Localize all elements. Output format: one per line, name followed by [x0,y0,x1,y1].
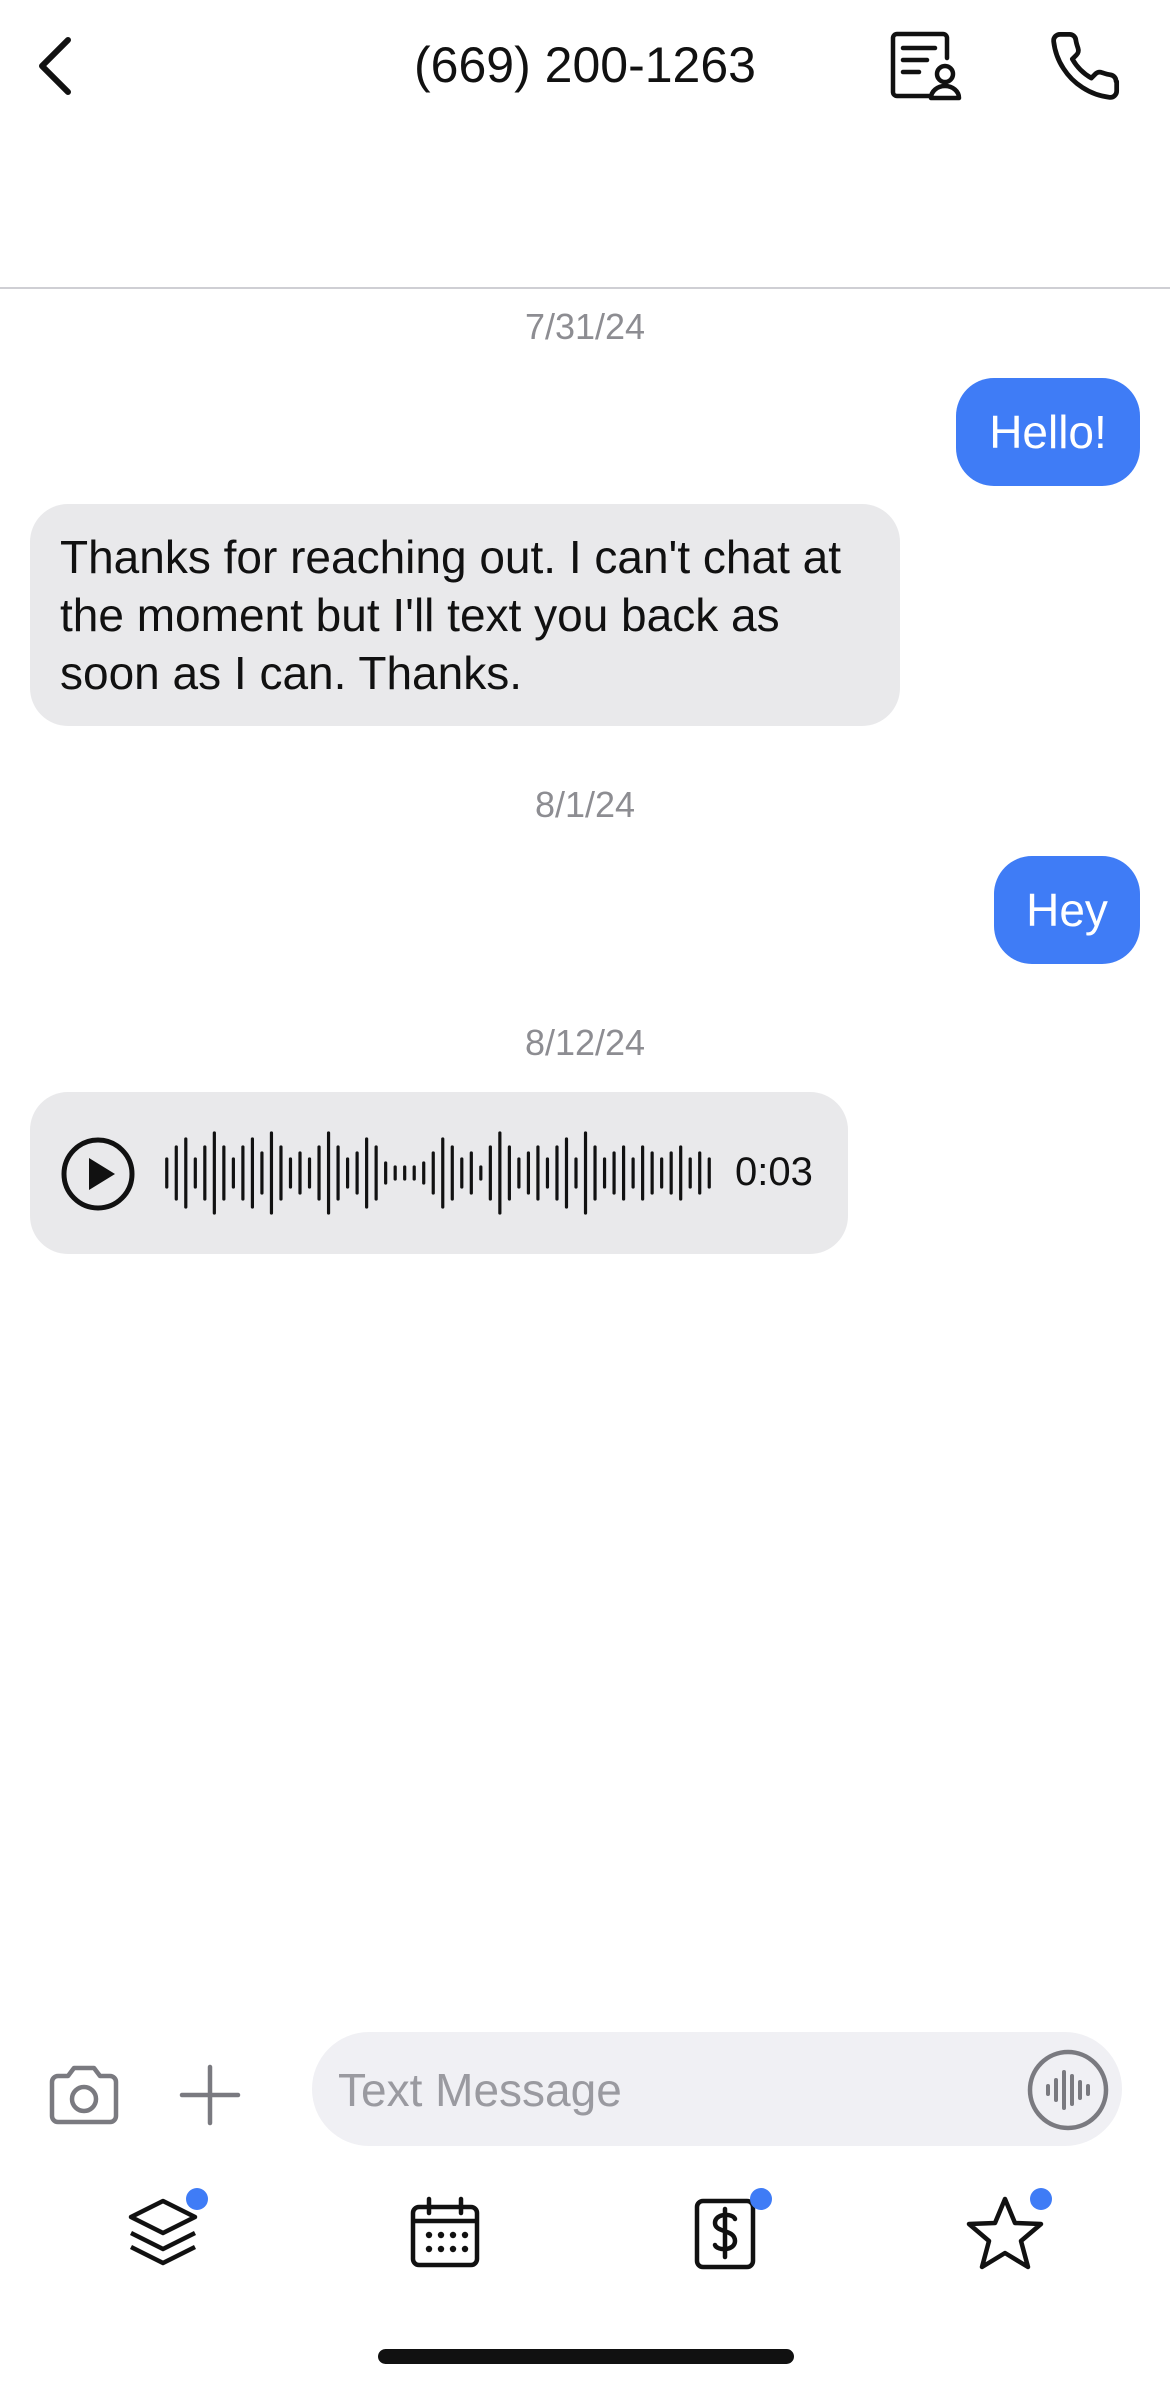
outgoing-message[interactable]: Hello! [956,378,1140,486]
camera-icon [49,2065,119,2125]
date-separator: 8/1/24 [534,784,636,825]
message-input[interactable] [336,2050,990,2130]
tab-payments[interactable] [680,2188,772,2278]
plus-icon [179,2064,241,2126]
attach-button[interactable] [170,2060,250,2130]
chevron-left-icon [39,37,71,95]
conversation-title: (669) 200-1263 [414,37,756,93]
notification-badge [186,2188,208,2210]
notification-badge [750,2188,772,2210]
notification-badge [1030,2188,1052,2210]
date-separator: 8/12/24 [524,1022,646,1063]
voice-message[interactable]: 0:03 [30,1092,848,1254]
play-icon[interactable] [60,1136,136,1212]
tab-favorites[interactable] [960,2188,1052,2278]
tab-layers[interactable] [118,2188,208,2278]
incoming-message-text: Thanks for reaching out. I can't chat at… [60,531,841,699]
voice-duration: 0:03 [735,1150,813,1194]
message-input-container [312,2032,1122,2146]
phone-icon [1051,31,1120,100]
date-separator: 7/31/24 [524,306,646,347]
incoming-message[interactable]: Thanks for reaching out. I can't chat at… [30,504,900,726]
voice-memo-icon[interactable] [1026,2048,1110,2132]
contact-card-icon [890,31,962,101]
outgoing-message[interactable]: Hey [994,856,1140,964]
call-button[interactable] [1040,24,1130,108]
contact-details-button[interactable] [880,24,970,108]
header: (669) 200-1263 [0,0,1170,289]
tab-calendar[interactable] [400,2188,490,2278]
home-indicator [378,2349,794,2364]
waveform [165,1131,711,1215]
camera-button[interactable] [44,2060,124,2130]
back-button[interactable] [18,26,90,106]
calendar-icon [410,2196,480,2268]
